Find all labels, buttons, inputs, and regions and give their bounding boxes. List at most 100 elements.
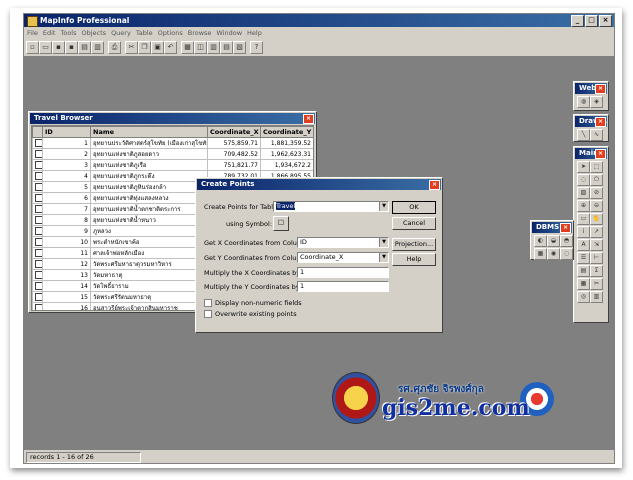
new-icon[interactable]: ▫ (26, 40, 39, 54)
cell-name[interactable]: อุทยานแห่งชาติน้ำตกชาติตระการ (90, 203, 208, 215)
cell-name[interactable]: อนุสาวรีย์พระเจ้าตากสินมหาราช (90, 302, 208, 310)
row-select-checkbox[interactable] (32, 302, 43, 310)
dbms-refresh-icon[interactable]: ◒ (547, 235, 560, 247)
dbms-palette-close-button[interactable]: × (560, 223, 571, 233)
table-row[interactable]: 2 อุทยานแห่งชาติภูสอยดาว 709,482.52 1,962,6… (32, 148, 313, 160)
layer-control-icon[interactable]: ☰ (577, 252, 590, 264)
row-select-checkbox[interactable] (32, 214, 43, 226)
table-row[interactable]: 1 อุทยานประวัติศาสตร์สุโขทัย (เมืองเก่าสุ… (32, 137, 313, 149)
new-redistrict-icon[interactable]: ▧ (233, 40, 246, 54)
cell-id[interactable]: 8 (42, 214, 91, 226)
get-y-column-select[interactable]: Coordinate_X ▼ (297, 252, 389, 263)
save-workspace-icon[interactable]: ▥ (91, 40, 104, 54)
cell-id[interactable]: 11 (42, 247, 91, 259)
graph-select-icon[interactable]: ▦ (577, 278, 590, 290)
info-tool-icon[interactable]: i (577, 226, 590, 238)
marquee-select-icon[interactable]: ⬚ (590, 161, 603, 173)
statistics-icon[interactable]: Σ (590, 265, 603, 277)
copy-icon[interactable]: ❐ (138, 40, 151, 54)
cell-coordinate-y[interactable]: 1,934,672.2 (260, 159, 313, 171)
line-tool-icon[interactable]: ╲ (577, 129, 590, 141)
menu-table[interactable]: Table (136, 28, 153, 39)
row-select-checkbox[interactable] (32, 192, 43, 204)
column-header-coordinate-x[interactable]: Coordinate_X (207, 126, 261, 138)
menu-query[interactable]: Query (111, 28, 131, 39)
cell-name[interactable]: อุทยานประวัติศาสตร์สุโขทัย (เมืองเก่าสุโ… (90, 137, 208, 149)
web-map-icon[interactable]: ◈ (590, 96, 603, 108)
cell-coordinate-y[interactable]: 1,881,359.52 (260, 137, 313, 149)
new-browser-icon[interactable]: ▦ (181, 40, 194, 54)
menu-tools[interactable]: Tools (60, 28, 76, 39)
column-header-id[interactable]: ID (42, 126, 91, 138)
label-tool-icon[interactable]: A (577, 239, 590, 251)
create-points-table-select[interactable]: Travel ▼ (273, 201, 389, 212)
close-button[interactable]: × (599, 15, 612, 27)
dbms-disconnect-icon[interactable]: ◌ (560, 248, 573, 260)
cell-name[interactable]: อุทยานแห่งชาติทุ่งแสลงหลวง (90, 192, 208, 204)
cell-id[interactable]: 5 (42, 181, 91, 193)
cell-id[interactable]: 9 (42, 225, 91, 237)
show-statistics-icon[interactable]: ▥ (590, 291, 603, 303)
select-arrow-icon[interactable]: ➤ (577, 161, 590, 173)
row-select-checkbox[interactable] (32, 247, 43, 259)
menu-help[interactable]: Help (247, 28, 262, 39)
cell-id[interactable]: 6 (42, 192, 91, 204)
polygon-select-icon[interactable]: ⬠ (590, 174, 603, 186)
print-icon[interactable]: ⎙ (108, 40, 121, 54)
cell-id[interactable]: 7 (42, 203, 91, 215)
zoom-out-icon[interactable]: ⊖ (590, 200, 603, 212)
cell-name[interactable]: ศาลเจ้าพ่อหลักเมือง (90, 247, 208, 259)
cell-id[interactable]: 1 (42, 137, 91, 149)
cell-name[interactable]: วัดมหาธาตุ (90, 269, 208, 281)
maximize-button[interactable]: □ (585, 15, 598, 27)
dbms-table-icon[interactable]: ▦ (534, 248, 547, 260)
browser-close-button[interactable]: × (303, 114, 314, 124)
cell-coordinate-x[interactable]: 709,482.52 (207, 148, 261, 160)
row-select-checkbox[interactable] (32, 170, 43, 182)
cell-name[interactable]: อุทยานแห่งชาติน้ำหนาว (90, 214, 208, 226)
drag-map-icon[interactable]: ⇲ (590, 239, 603, 251)
multiply-y-input[interactable]: 1 (297, 281, 389, 292)
save-icon[interactable]: ▪ (52, 40, 65, 54)
cell-coordinate-x[interactable]: 575,859.71 (207, 137, 261, 149)
row-select-checkbox[interactable] (32, 280, 43, 292)
cell-id[interactable]: 12 (42, 258, 91, 270)
clip-region-icon[interactable]: ✂ (590, 278, 603, 290)
cell-name[interactable]: อุทยานแห่งชาติภูเรือ (90, 159, 208, 171)
new-grapher-icon[interactable]: ▥ (207, 40, 220, 54)
cancel-button[interactable]: Cancel (392, 217, 436, 230)
paste-icon[interactable]: ▣ (151, 40, 164, 54)
cell-name[interactable]: วัดพระศรีมหาธาตุวรมหาวิหาร (90, 258, 208, 270)
cell-coordinate-y[interactable]: 1,962,623.31 (260, 148, 313, 160)
row-select-checkbox[interactable] (32, 137, 43, 149)
cell-id[interactable]: 4 (42, 170, 91, 182)
menu-objects[interactable]: Objects (82, 28, 107, 39)
cell-id[interactable]: 3 (42, 159, 91, 171)
row-select-checkbox[interactable] (32, 181, 43, 193)
ruler-icon[interactable]: ⊢ (590, 252, 603, 264)
new-layout-icon[interactable]: ▤ (220, 40, 233, 54)
cell-id[interactable]: 2 (42, 148, 91, 160)
cell-name[interactable]: อุทยานแห่งชาติภูสอยดาว (90, 148, 208, 160)
cut-icon[interactable]: ✂ (125, 40, 138, 54)
overwrite-existing-checkbox[interactable]: Overwrite existing points (204, 310, 297, 318)
web-palette-close-button[interactable]: × (595, 84, 606, 94)
dbms-open-icon[interactable]: ◐ (534, 235, 547, 247)
grabber-icon[interactable]: ✋ (590, 213, 603, 225)
minimize-button[interactable]: _ (571, 15, 584, 27)
change-view-icon[interactable]: ▭ (577, 213, 590, 225)
row-select-checkbox[interactable] (32, 236, 43, 248)
zoom-in-icon[interactable]: ⊕ (577, 200, 590, 212)
cell-id[interactable]: 14 (42, 280, 91, 292)
cell-id[interactable]: 16 (42, 302, 91, 310)
new-mapper-icon[interactable]: ◫ (194, 40, 207, 54)
boundary-select-icon[interactable]: ▧ (577, 187, 590, 199)
web-service-icon[interactable]: ◍ (577, 96, 590, 108)
cell-name[interactable]: ภูหลวง (90, 225, 208, 237)
dialog-close-button[interactable]: × (429, 180, 440, 190)
display-non-numeric-checkbox[interactable]: Display non-numeric fields (204, 299, 302, 307)
polyline-tool-icon[interactable]: ∿ (590, 129, 603, 141)
open-icon[interactable]: ▭ (39, 40, 52, 54)
unselect-icon[interactable]: ⊘ (590, 187, 603, 199)
cell-name[interactable]: อุทยานแห่งชาติภูกระดึง (90, 170, 208, 182)
